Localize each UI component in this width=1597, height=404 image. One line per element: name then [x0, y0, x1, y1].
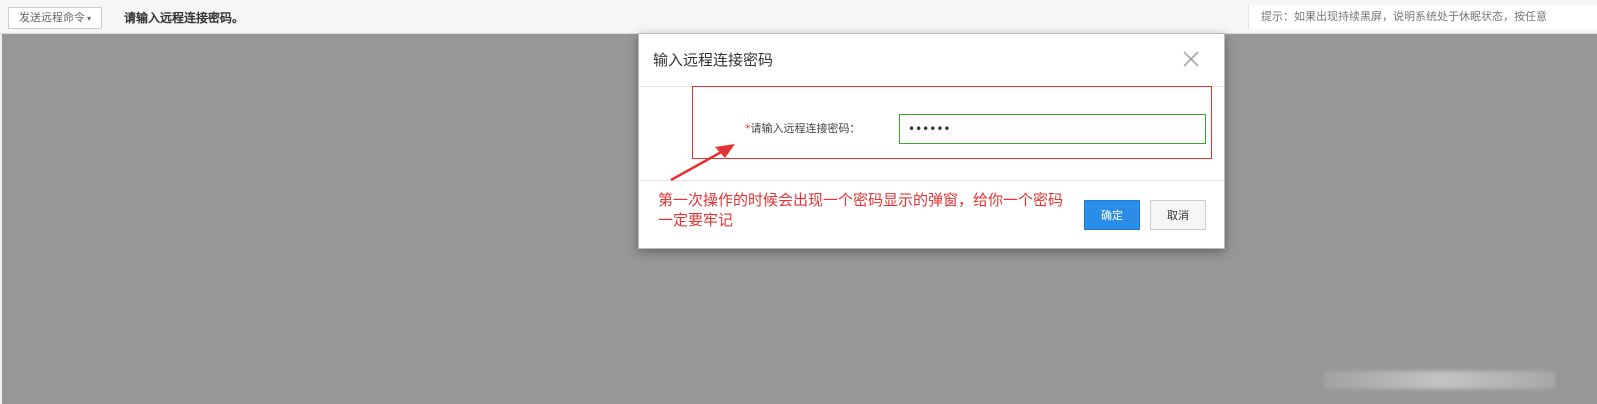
- screen-left-edge: [0, 34, 2, 404]
- cancel-button[interactable]: 取消: [1150, 200, 1206, 230]
- status-message: 请输入远程连接密码。: [124, 11, 245, 25]
- annotation-note: 第一次操作的时候会出现一个密码显示的弹窗，给你一个密码 一定要牢记: [658, 190, 1088, 230]
- annotation-arrow-icon: [670, 144, 735, 182]
- dialog-title: 输入远程连接密码: [653, 51, 774, 69]
- top-toolbar: 发送远程命令 ▾ 请输入远程连接密码。 提示：如果出现持续黑屏，说明系统处于休眠状…: [0, 0, 1597, 34]
- caret-down-icon: ▾: [87, 14, 92, 23]
- annotation-line-1: 第一次操作的时候会出现一个密码显示的弹窗，给你一个密码: [658, 191, 1064, 209]
- hint-text: 提示：如果出现持续黑屏，说明系统处于休眠状态，按任意: [1248, 5, 1597, 29]
- close-icon[interactable]: [1179, 47, 1203, 71]
- send-remote-command-button[interactable]: 发送远程命令 ▾: [8, 7, 103, 29]
- annotation-highlight-box: [692, 86, 1212, 159]
- confirm-button[interactable]: 确定: [1084, 200, 1140, 230]
- send-remote-command-label: 发送远程命令: [19, 12, 85, 24]
- annotation-line-2: 一定要牢记: [658, 211, 734, 229]
- blurred-watermark: [1325, 371, 1555, 389]
